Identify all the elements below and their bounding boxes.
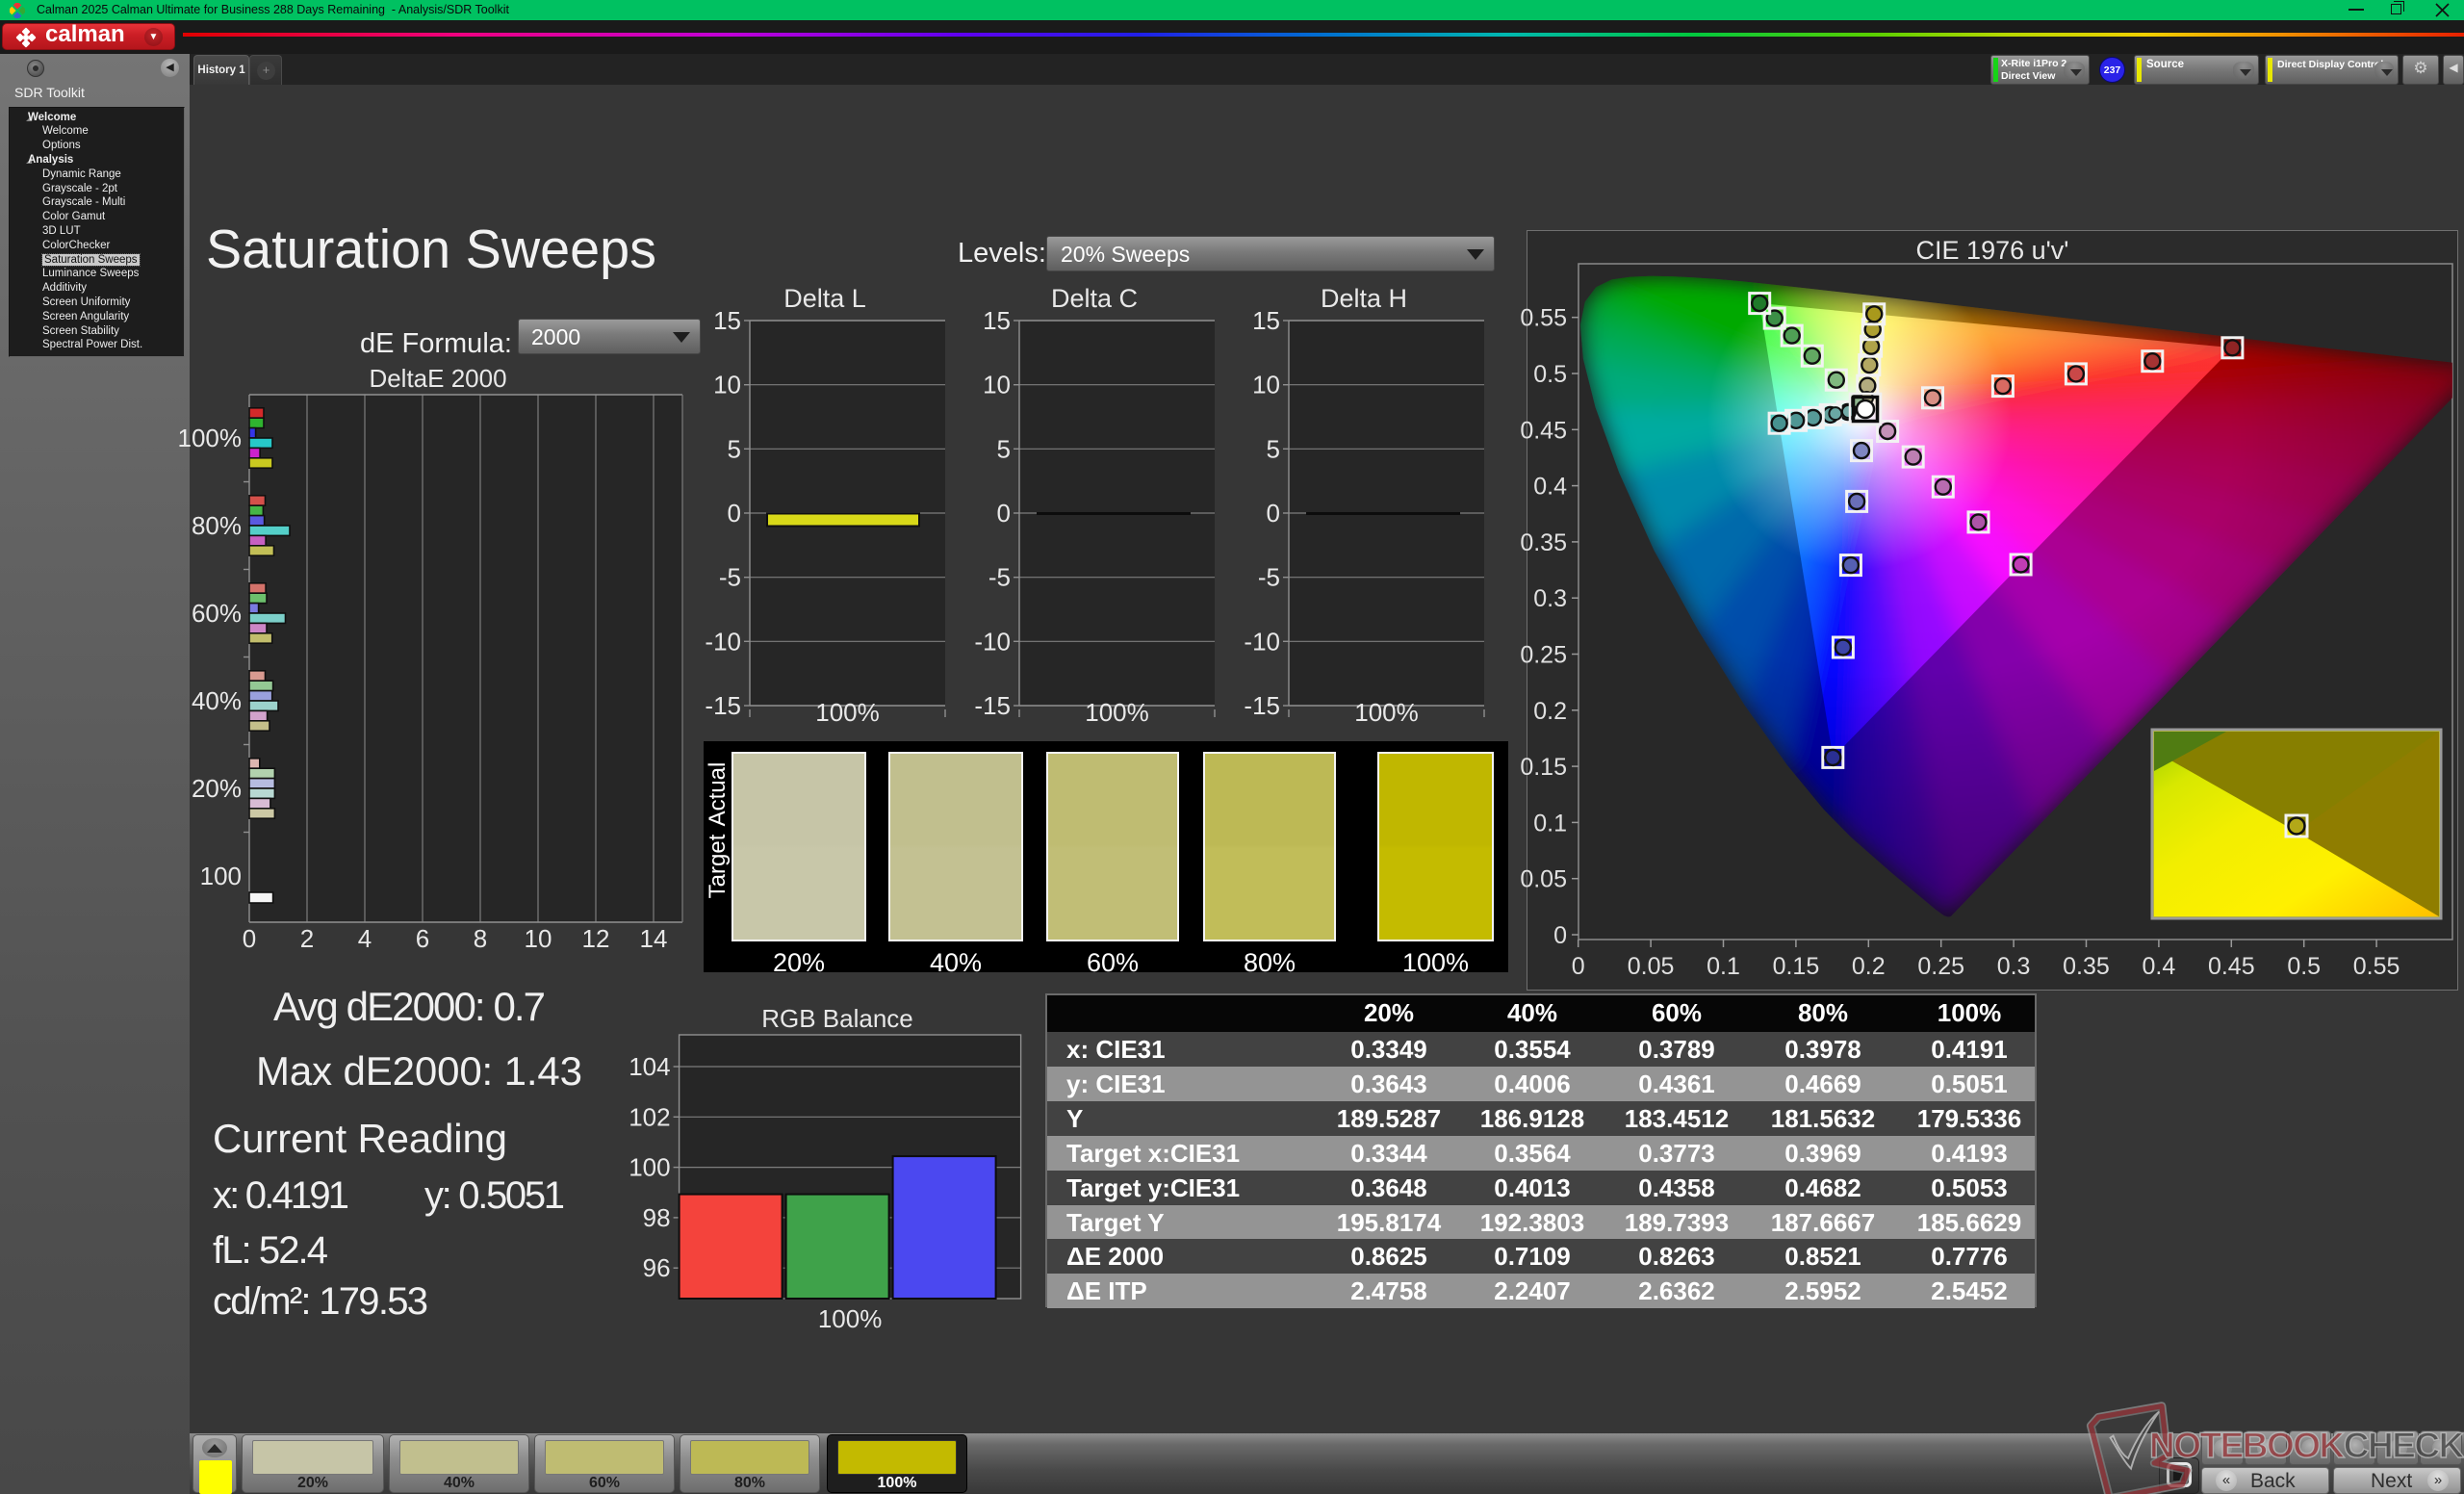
svg-text:0.2: 0.2 bbox=[1852, 953, 1886, 980]
svg-text:0.4: 0.4 bbox=[1533, 474, 1567, 501]
svg-text:0.05: 0.05 bbox=[1628, 953, 1675, 980]
svg-text:0.15: 0.15 bbox=[1521, 754, 1567, 781]
svg-text:-15: -15 bbox=[705, 691, 741, 720]
svg-text:0: 0 bbox=[1267, 499, 1280, 528]
svg-text:10: 10 bbox=[525, 924, 552, 953]
svg-text:100%: 100% bbox=[178, 424, 243, 452]
svg-text:Target: Target bbox=[705, 834, 731, 898]
svg-text:0.2: 0.2 bbox=[1533, 698, 1567, 725]
svg-text:Saturation Sweeps: Saturation Sweeps bbox=[206, 219, 656, 280]
svg-text:0.3: 0.3 bbox=[1533, 585, 1567, 612]
svg-text:0.45: 0.45 bbox=[2208, 953, 2255, 980]
svg-text:104: 104 bbox=[629, 1052, 670, 1081]
svg-text:100%: 100% bbox=[1085, 698, 1149, 727]
svg-text:0.55: 0.55 bbox=[1521, 305, 1567, 332]
svg-text:-10: -10 bbox=[705, 627, 741, 656]
svg-text:100: 100 bbox=[200, 862, 242, 890]
svg-text:0.45: 0.45 bbox=[1521, 417, 1567, 444]
svg-text:10: 10 bbox=[983, 371, 1011, 399]
svg-text:0.25: 0.25 bbox=[1521, 642, 1567, 669]
svg-text:0: 0 bbox=[997, 499, 1011, 528]
svg-text:96: 96 bbox=[643, 1253, 671, 1282]
svg-text:100%: 100% bbox=[815, 698, 880, 727]
svg-text:60%: 60% bbox=[192, 599, 242, 628]
svg-text:20%: 20% bbox=[192, 774, 242, 803]
svg-text:cd/m²: 179.53: cd/m²: 179.53 bbox=[213, 1280, 428, 1323]
svg-text:-10: -10 bbox=[974, 627, 1011, 656]
svg-text:6: 6 bbox=[416, 924, 429, 953]
svg-text:0.15: 0.15 bbox=[1773, 953, 1820, 980]
svg-text:-15: -15 bbox=[974, 691, 1011, 720]
svg-text:Max dE2000: 1.43: Max dE2000: 1.43 bbox=[256, 1048, 582, 1094]
svg-text:5: 5 bbox=[997, 434, 1011, 463]
svg-text:5: 5 bbox=[728, 434, 741, 463]
svg-text:0: 0 bbox=[1572, 953, 1585, 980]
svg-text:2: 2 bbox=[300, 924, 314, 953]
svg-text:0.4: 0.4 bbox=[2143, 953, 2176, 980]
svg-text:0: 0 bbox=[1553, 922, 1567, 949]
svg-text:80%: 80% bbox=[192, 511, 242, 540]
svg-text:98: 98 bbox=[643, 1203, 671, 1232]
svg-text:Current Reading: Current Reading bbox=[213, 1116, 507, 1161]
svg-text:0: 0 bbox=[728, 499, 741, 528]
svg-text:x: 0.4191: x: 0.4191 bbox=[213, 1174, 349, 1217]
svg-text:0.25: 0.25 bbox=[1917, 953, 1964, 980]
svg-text:102: 102 bbox=[629, 1102, 670, 1131]
svg-text:40%: 40% bbox=[192, 686, 242, 715]
svg-text:8: 8 bbox=[474, 924, 487, 953]
svg-text:100: 100 bbox=[629, 1153, 670, 1182]
svg-text:0.35: 0.35 bbox=[2063, 953, 2110, 980]
svg-text:0.05: 0.05 bbox=[1521, 866, 1567, 893]
svg-text:-5: -5 bbox=[719, 563, 741, 592]
svg-text:0.35: 0.35 bbox=[1521, 529, 1567, 556]
svg-text:0.55: 0.55 bbox=[2353, 953, 2400, 980]
svg-text:100%: 100% bbox=[818, 1304, 883, 1333]
svg-text:0: 0 bbox=[243, 924, 256, 953]
svg-text:14: 14 bbox=[640, 924, 668, 953]
svg-text:5: 5 bbox=[1267, 434, 1280, 463]
svg-text:10: 10 bbox=[1252, 371, 1280, 399]
svg-text:-10: -10 bbox=[1244, 627, 1280, 656]
svg-text:-5: -5 bbox=[988, 563, 1011, 592]
svg-text:100%: 100% bbox=[1354, 698, 1419, 727]
svg-text:Actual: Actual bbox=[705, 762, 731, 827]
svg-text:0.1: 0.1 bbox=[1533, 810, 1567, 837]
svg-text:12: 12 bbox=[582, 924, 610, 953]
svg-text:y: 0.5051: y: 0.5051 bbox=[424, 1174, 565, 1217]
svg-text:0.5: 0.5 bbox=[1533, 361, 1567, 388]
svg-text:0.3: 0.3 bbox=[1997, 953, 2031, 980]
svg-text:4: 4 bbox=[358, 924, 372, 953]
svg-text:fL: 52.4: fL: 52.4 bbox=[213, 1229, 328, 1272]
svg-text:-5: -5 bbox=[1258, 563, 1280, 592]
svg-text:0.1: 0.1 bbox=[1707, 953, 1740, 980]
svg-text:Avg dE2000: 0.7: Avg dE2000: 0.7 bbox=[273, 984, 546, 1029]
svg-text:10: 10 bbox=[713, 371, 741, 399]
svg-text:0.5: 0.5 bbox=[2287, 953, 2321, 980]
svg-text:-15: -15 bbox=[1244, 691, 1280, 720]
svg-text:CIE 1976 u'v': CIE 1976 u'v' bbox=[1916, 236, 2069, 265]
